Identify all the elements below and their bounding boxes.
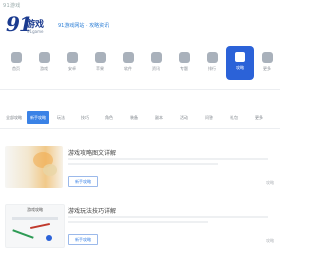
news-icon <box>150 52 162 63</box>
home-icon <box>10 52 22 63</box>
nav-item-home[interactable]: 首页 <box>2 46 30 80</box>
article-meta: 攻略 <box>266 238 274 243</box>
apps-icon <box>122 52 134 63</box>
article-title[interactable]: 游戏攻略图文详解 <box>68 148 116 157</box>
gamepad-icon <box>38 52 50 63</box>
nav-item-label: 排行 <box>208 66 216 71</box>
nav-item-label: 软件 <box>124 66 132 71</box>
nav-item-label: 游戏 <box>40 66 48 71</box>
nav-item-software[interactable]: 软件 <box>114 46 142 80</box>
nav-item-android[interactable]: 安卓 <box>58 46 86 80</box>
tab-more[interactable]: 更多 <box>252 111 266 124</box>
site-logo[interactable]: 91 游戏 91game <box>6 12 54 38</box>
rank-icon <box>206 52 218 63</box>
nav-item-label: 首页 <box>12 66 20 71</box>
topic-icon <box>178 52 190 63</box>
article-summary <box>68 158 268 168</box>
article-tag[interactable]: 新手攻略 <box>68 234 98 245</box>
nav-item-guides[interactable]: 攻略 <box>226 46 254 80</box>
tab-events[interactable]: 活动 <box>177 111 191 124</box>
thumbnail-title: 游戏攻略 <box>27 207 43 212</box>
nav-item-label: 更多 <box>263 66 271 71</box>
nav-item-apple[interactable]: 苹果 <box>86 46 114 80</box>
thumbnail-decoration <box>30 222 50 230</box>
android-icon <box>66 52 78 63</box>
tab-all[interactable]: 全部攻略 <box>3 111 25 124</box>
article-meta: 攻略 <box>266 180 274 185</box>
nav-item-label: 攻略 <box>236 65 244 70</box>
apple-icon <box>94 52 106 63</box>
category-tabs: 全部攻略 新手攻略 玩法 技巧 角色 装备 副本 活动 问答 礼包 更多 <box>0 108 280 129</box>
guide-icon <box>235 52 245 62</box>
section-divider <box>0 89 280 90</box>
tab-gameplay[interactable]: 玩法 <box>54 111 68 124</box>
nav-item-label: 苹果 <box>96 66 104 71</box>
thumbnail-decoration <box>43 164 57 176</box>
article-item[interactable]: 游戏攻略 游戏玩法技巧详解 新手攻略 攻略 <box>0 204 280 256</box>
nav-item-label: 资讯 <box>152 66 160 71</box>
nav-item-label: 安卓 <box>68 66 76 71</box>
thumbnail-decoration <box>46 235 52 241</box>
article-thumbnail[interactable] <box>5 146 63 188</box>
thumbnail-decoration <box>12 229 34 239</box>
logo-subtitle: 91game <box>27 29 44 34</box>
site-slogan: 91游戏网站 · 攻略资讯 <box>58 23 110 29</box>
main-nav: 首页 游戏 安卓 苹果 软件 资讯 专题 排行 攻略 更多 <box>0 46 280 80</box>
site-header: 91 游戏 91game 91游戏网站 · 攻略资讯 <box>0 8 280 38</box>
article-thumbnail[interactable]: 游戏攻略 <box>5 204 65 248</box>
tab-equipment[interactable]: 装备 <box>127 111 141 124</box>
tab-gifts[interactable]: 礼包 <box>227 111 241 124</box>
more-icon <box>261 52 273 63</box>
nav-item-rank[interactable]: 排行 <box>198 46 226 80</box>
article-item[interactable]: 游戏攻略图文详解 新手攻略 攻略 <box>0 146 280 198</box>
nav-item-games[interactable]: 游戏 <box>30 46 58 80</box>
nav-item-more[interactable]: 更多 <box>253 46 281 80</box>
article-summary <box>68 216 268 226</box>
nav-item-label: 专题 <box>180 66 188 71</box>
tab-dungeons[interactable]: 副本 <box>152 111 166 124</box>
nav-item-topics[interactable]: 专题 <box>170 46 198 80</box>
thumbnail-decoration <box>12 217 58 220</box>
article-title[interactable]: 游戏玩法技巧详解 <box>68 206 116 215</box>
tab-beginner[interactable]: 新手攻略 <box>27 111 49 124</box>
article-tag[interactable]: 新手攻略 <box>68 176 98 187</box>
tab-qa[interactable]: 问答 <box>202 111 216 124</box>
nav-item-news[interactable]: 资讯 <box>142 46 170 80</box>
tab-tips[interactable]: 技巧 <box>78 111 92 124</box>
tab-characters[interactable]: 角色 <box>102 111 116 124</box>
